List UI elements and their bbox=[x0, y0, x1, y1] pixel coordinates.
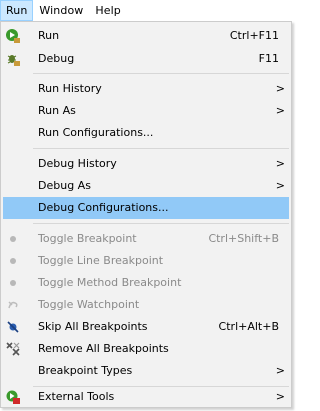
submenu-arrow-icon: > bbox=[275, 179, 285, 192]
menu-item-label: Run Configurations... bbox=[38, 126, 154, 139]
menu-item-shortcut: Ctrl+Alt+B bbox=[218, 320, 279, 333]
menu-item-label: Toggle Line Breakpoint bbox=[38, 254, 164, 267]
menu-item-run-history[interactable]: Run History > bbox=[3, 78, 289, 100]
menu-item-label: Run As bbox=[38, 104, 76, 117]
menu-item-label: Debug As bbox=[38, 179, 91, 192]
breakpoint-icon bbox=[10, 236, 16, 242]
menu-item-toggle-line-breakpoint[interactable]: Toggle Line Breakpoint bbox=[3, 250, 289, 272]
run-dropdown-menu: Run Ctrl+F11 Debug F11 Run History > Run… bbox=[0, 21, 292, 408]
menu-item-label: Debug Configurations... bbox=[38, 201, 169, 214]
menu-item-debug-configurations[interactable]: Debug Configurations... bbox=[3, 197, 289, 219]
external-tools-icon bbox=[6, 390, 20, 404]
watchpoint-icon bbox=[8, 301, 18, 309]
menu-item-label: Toggle Method Breakpoint bbox=[38, 276, 182, 289]
menubar-run[interactable]: Run bbox=[0, 0, 34, 21]
menu-item-label: Remove All Breakpoints bbox=[38, 342, 169, 355]
submenu-arrow-icon: > bbox=[275, 364, 285, 377]
menu-item-shortcut: Ctrl+F11 bbox=[229, 29, 279, 42]
menu-item-skip-all-breakpoints[interactable]: Skip All Breakpoints Ctrl+Alt+B bbox=[3, 316, 289, 338]
menu-item-toggle-breakpoint[interactable]: Toggle Breakpoint Ctrl+Shift+B bbox=[3, 228, 289, 250]
submenu-arrow-icon: > bbox=[275, 390, 285, 403]
menu-item-run-configurations[interactable]: Run Configurations... bbox=[3, 122, 289, 144]
menu-item-remove-all-breakpoints[interactable]: Remove All Breakpoints bbox=[3, 338, 289, 360]
menu-item-shortcut: Ctrl+Shift+B bbox=[208, 232, 279, 245]
menu-item-breakpoint-types[interactable]: Breakpoint Types > bbox=[3, 360, 289, 382]
submenu-arrow-icon: > bbox=[275, 82, 285, 95]
menubar-help[interactable]: Help bbox=[89, 0, 126, 21]
submenu-arrow-icon: > bbox=[275, 157, 285, 170]
menu-item-run[interactable]: Run Ctrl+F11 bbox=[3, 25, 289, 47]
menu-item-label: Run bbox=[38, 29, 60, 42]
menu-separator bbox=[33, 73, 289, 74]
method-breakpoint-icon bbox=[10, 280, 16, 286]
menu-item-debug-history[interactable]: Debug History > bbox=[3, 153, 289, 175]
menu-item-label: External Tools bbox=[38, 390, 115, 403]
submenu-arrow-icon: > bbox=[275, 104, 285, 117]
menu-item-debug[interactable]: Debug F11 bbox=[3, 48, 289, 70]
menu-item-label: Run History bbox=[38, 82, 102, 95]
menu-separator bbox=[33, 148, 289, 149]
menu-item-toggle-watchpoint[interactable]: Toggle Watchpoint bbox=[3, 294, 289, 316]
breakpoint-icon bbox=[10, 258, 16, 264]
menu-item-external-tools[interactable]: External Tools > bbox=[3, 386, 289, 408]
menu-item-label: Debug bbox=[38, 52, 75, 65]
menu-separator bbox=[33, 223, 289, 224]
menu-item-toggle-method-breakpoint[interactable]: Toggle Method Breakpoint bbox=[3, 272, 289, 294]
menu-item-label: Breakpoint Types bbox=[38, 364, 133, 377]
menu-item-label: Toggle Watchpoint bbox=[38, 298, 140, 311]
skip-breakpoints-icon bbox=[7, 321, 19, 333]
menu-item-label: Skip All Breakpoints bbox=[38, 320, 148, 333]
menu-item-run-as[interactable]: Run As > bbox=[3, 100, 289, 122]
menu-item-label: Toggle Breakpoint bbox=[38, 232, 137, 245]
remove-all-icon bbox=[6, 342, 20, 356]
run-icon bbox=[6, 29, 20, 43]
menu-bar: Run Window Help bbox=[0, 0, 296, 21]
menu-item-label: Debug History bbox=[38, 157, 117, 170]
bug-icon bbox=[7, 55, 20, 66]
menu-item-shortcut: F11 bbox=[258, 52, 279, 65]
menubar-window[interactable]: Window bbox=[33, 0, 89, 21]
menu-item-debug-as[interactable]: Debug As > bbox=[3, 175, 289, 197]
